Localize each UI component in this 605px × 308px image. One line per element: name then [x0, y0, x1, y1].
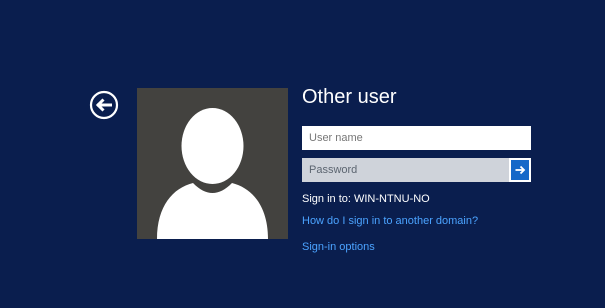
right-arrow-icon: [515, 165, 526, 175]
domain-help-link[interactable]: How do I sign in to another domain?: [302, 214, 542, 228]
password-input[interactable]: [302, 158, 509, 182]
page-title: Other user: [302, 86, 397, 108]
submit-button[interactable]: [509, 158, 531, 182]
username-input[interactable]: [302, 126, 531, 150]
avatar: [137, 88, 288, 239]
login-panel: Other user Sign in to: WIN-NTNU-NO How d…: [302, 85, 542, 254]
back-button[interactable]: [89, 90, 119, 120]
sign-in-options-link[interactable]: Sign-in options: [302, 240, 542, 254]
user-silhouette-icon: [157, 108, 268, 239]
password-row: [302, 158, 531, 182]
back-arrow-icon: [89, 90, 119, 120]
sign-in-domain-text: Sign in to: WIN-NTNU-NO: [302, 193, 430, 205]
